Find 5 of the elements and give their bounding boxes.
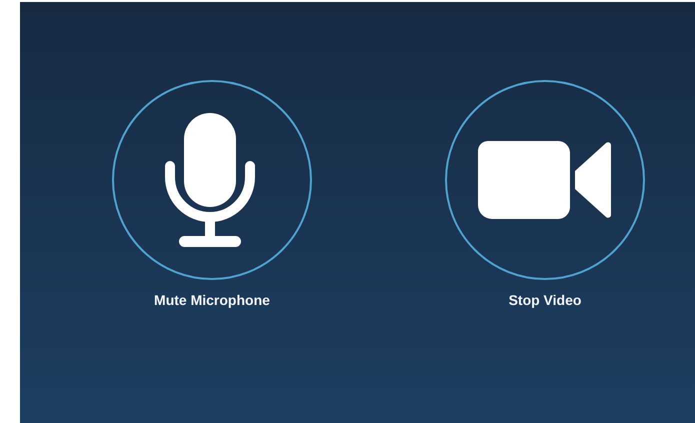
video-camera-icon — [478, 141, 612, 219]
control-label: Mute Microphone — [154, 292, 270, 308]
microphone-button[interactable] — [112, 80, 312, 280]
control-label: Stop Video — [508, 292, 582, 308]
camera-button[interactable] — [445, 80, 645, 280]
